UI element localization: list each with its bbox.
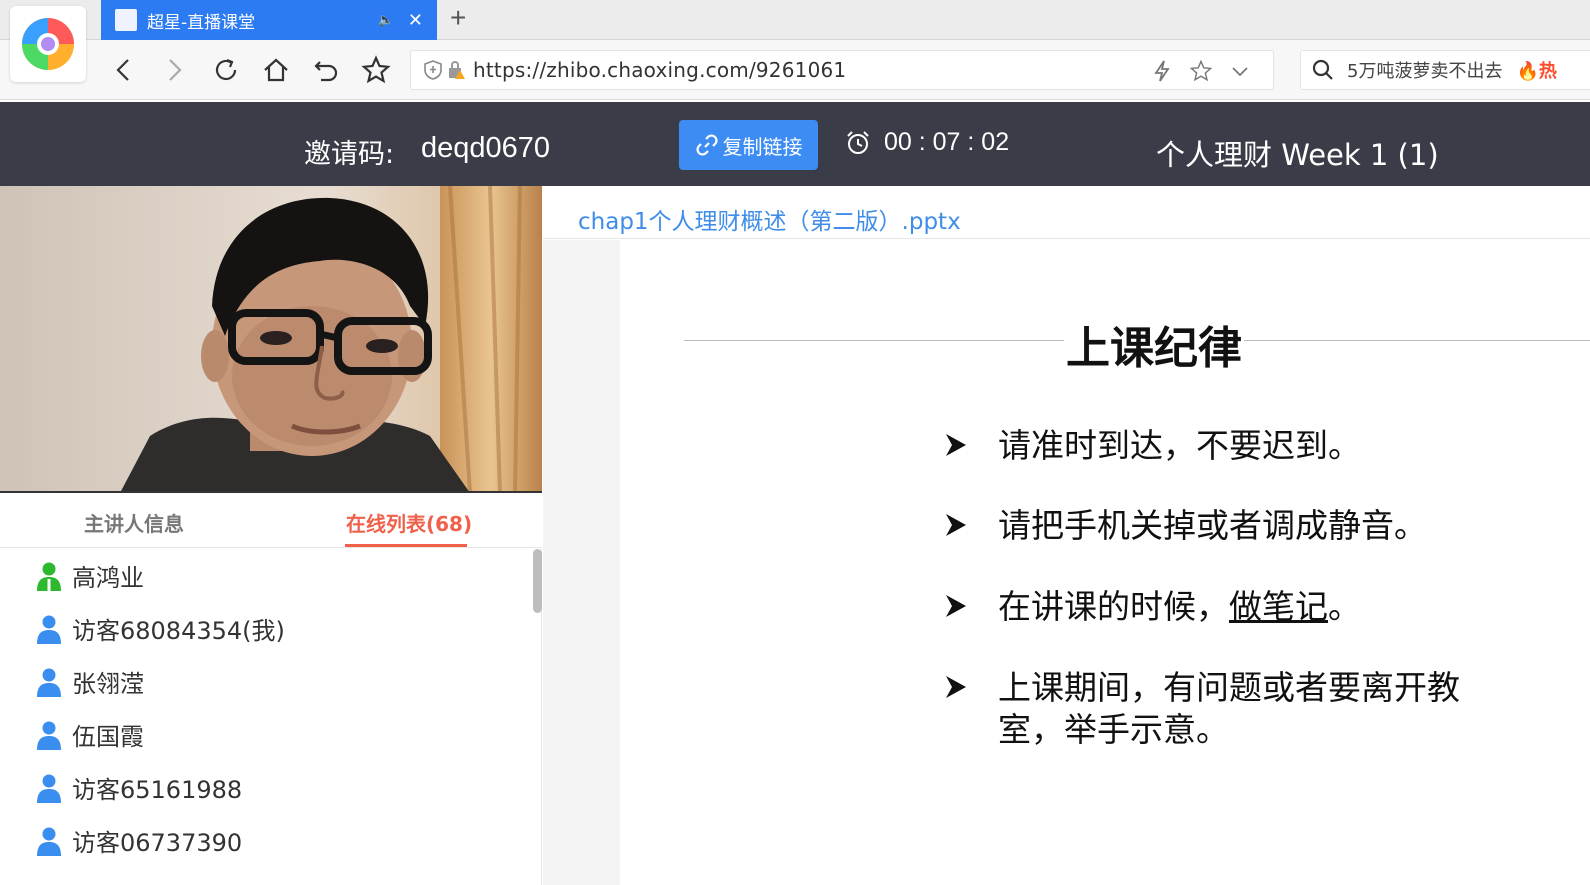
home-icon <box>264 58 288 82</box>
link-icon <box>695 134 718 156</box>
copy-link-button[interactable]: 复制链接 <box>679 120 818 170</box>
course-title: 个人理财 Week 1 (1) <box>1156 138 1439 172</box>
hot-badge-label: 热 <box>1538 61 1557 81</box>
address-bar[interactable]: https://zhibo.chaoxing.com/9261061 <box>410 50 1274 90</box>
undo-close-button[interactable] <box>308 52 344 88</box>
list-item[interactable]: 访客06737390 <box>0 814 541 867</box>
hot-badge: 🔥热 <box>1516 57 1556 83</box>
forward-button[interactable] <box>156 52 192 88</box>
user-name: 访客06737390 <box>72 829 243 857</box>
bullet-text: 请准时到达，不要迟到。 <box>998 426 1361 465</box>
presenter-video-frame <box>0 186 542 491</box>
list-item[interactable]: 张翎滢 <box>0 655 541 708</box>
user-icon <box>37 827 61 856</box>
live-room-header: 邀请码: deqd0670 复制链接 00 : 07 : 02 个人理财 Wee… <box>0 102 1590 186</box>
list-item[interactable]: 访客68084354(我) <box>0 602 541 655</box>
list-item[interactable]: 伍国霞 <box>0 708 541 761</box>
reload-button[interactable] <box>208 52 244 88</box>
user-icon <box>37 721 61 750</box>
home-button[interactable] <box>258 52 294 88</box>
bullet-text: 上课期间，有问题或者要离开教室，举手示意。 <box>998 668 1460 749</box>
bookmark-button[interactable] <box>358 52 394 88</box>
user-name: 访客68084354(我) <box>72 617 285 645</box>
user-name: 访客65161988 <box>72 776 243 804</box>
user-icon <box>37 615 61 644</box>
slide-title: 上课纪律 <box>1064 312 1244 376</box>
document-file-name[interactable]: chap1个人理财概述（第二版）.pptx <box>578 202 961 236</box>
speaker-icon[interactable]: 🔈 <box>378 12 394 28</box>
user-icon <box>37 668 61 697</box>
bullet-text: 请把手机关掉或者调成静音。 <box>998 506 1427 545</box>
undo-icon <box>314 61 338 82</box>
online-list-scrollbar[interactable] <box>533 549 542 613</box>
browser-tab-strip: 超星-直播课堂 🔈 ✕ + <box>0 0 1590 40</box>
browser-toolbar: https://zhibo.chaoxing.com/9261061 5万吨菠萝… <box>0 40 1590 100</box>
copy-link-label: 复制链接 <box>722 134 803 159</box>
presentation-slide: 上课纪律 请准时到达，不要迟到。 请把手机关掉或者调成静音。 在讲课的时候，做笔… <box>620 240 1590 885</box>
reload-icon <box>215 58 237 81</box>
host-user-icon <box>37 562 61 591</box>
arrow-bullet-icon <box>946 676 966 698</box>
tab-online-list[interactable]: 在线列表(68) <box>346 508 472 537</box>
arrow-bullet-icon <box>946 434 966 456</box>
arrow-bullet-icon <box>946 595 966 617</box>
list-item[interactable]: 访客65161988 <box>0 761 541 814</box>
back-button[interactable] <box>106 52 142 88</box>
lock-warning-icon <box>449 61 465 79</box>
tab-presenter-info[interactable]: 主讲人信息 <box>84 508 184 537</box>
lightning-icon[interactable] <box>1151 59 1173 83</box>
bullet-text-underlined: 做笔记 <box>1229 587 1328 626</box>
search-box[interactable]: 5万吨菠萝卖不出去 🔥热 <box>1300 50 1590 90</box>
forward-arrow-icon <box>169 59 182 81</box>
search-suggestion-text[interactable]: 5万吨菠萝卖不出去 <box>1347 57 1502 83</box>
bullet-text: 在讲课的时候，做笔记。 <box>998 586 1478 628</box>
document-file-bar: chap1个人理财概述（第二版）.pptx <box>543 186 1590 239</box>
user-name: 高鸿业 <box>72 564 144 592</box>
invite-code-label: 邀请码: <box>304 139 395 170</box>
url-text[interactable]: https://zhibo.chaoxing.com/9261061 <box>473 58 846 82</box>
user-name: 伍国霞 <box>72 723 144 751</box>
alarm-clock-icon <box>847 130 869 154</box>
back-arrow-icon <box>116 59 129 81</box>
presenter-video[interactable] <box>0 186 542 493</box>
chevron-down-icon[interactable] <box>1229 59 1251 83</box>
slide-bullet: 请把手机关掉或者调成静音。 <box>942 505 1478 547</box>
page-favicon-icon <box>115 9 137 31</box>
user-name: 张翎滢 <box>72 670 144 698</box>
list-item[interactable]: 高鸿业 <box>0 549 541 602</box>
slide-bullet: 在讲课的时候，做笔记。 <box>942 586 1478 628</box>
side-panel-tabs: 主讲人信息 在线列表(68) <box>0 494 542 548</box>
shield-icon <box>424 60 442 80</box>
close-tab-icon[interactable]: ✕ <box>408 10 423 31</box>
invite-code-value: deqd0670 <box>421 132 551 164</box>
slide-bullet: 上课期间，有问题或者要离开教室，举手示意。 <box>942 667 1478 751</box>
favorite-star-icon[interactable] <box>1189 59 1213 83</box>
browser-logo-icon <box>10 6 86 82</box>
bullet-text-part: 在讲课的时候， <box>998 587 1229 626</box>
user-icon <box>37 774 61 803</box>
online-user-list: 高鸿业 访客68084354(我) 张翎滢 伍国霞 访客65161988 访客0… <box>0 549 542 885</box>
arrow-bullet-icon <box>946 514 966 536</box>
tab-title: 超星-直播课堂 <box>147 12 256 33</box>
new-tab-button[interactable]: + <box>450 2 466 34</box>
timer-value: 00 : 07 : 02 <box>884 128 1010 156</box>
slide-bullet: 请准时到达，不要迟到。 <box>942 425 1478 467</box>
bullet-text-part: 。 <box>1328 587 1361 626</box>
live-timer: 00 : 07 : 02 <box>844 128 1009 157</box>
fire-icon: 🔥 <box>1516 61 1539 81</box>
search-icon <box>1312 59 1333 80</box>
browser-tab[interactable]: 超星-直播课堂 🔈 ✕ <box>101 0 437 40</box>
active-tab-indicator <box>345 544 467 547</box>
star-icon <box>361 55 391 84</box>
